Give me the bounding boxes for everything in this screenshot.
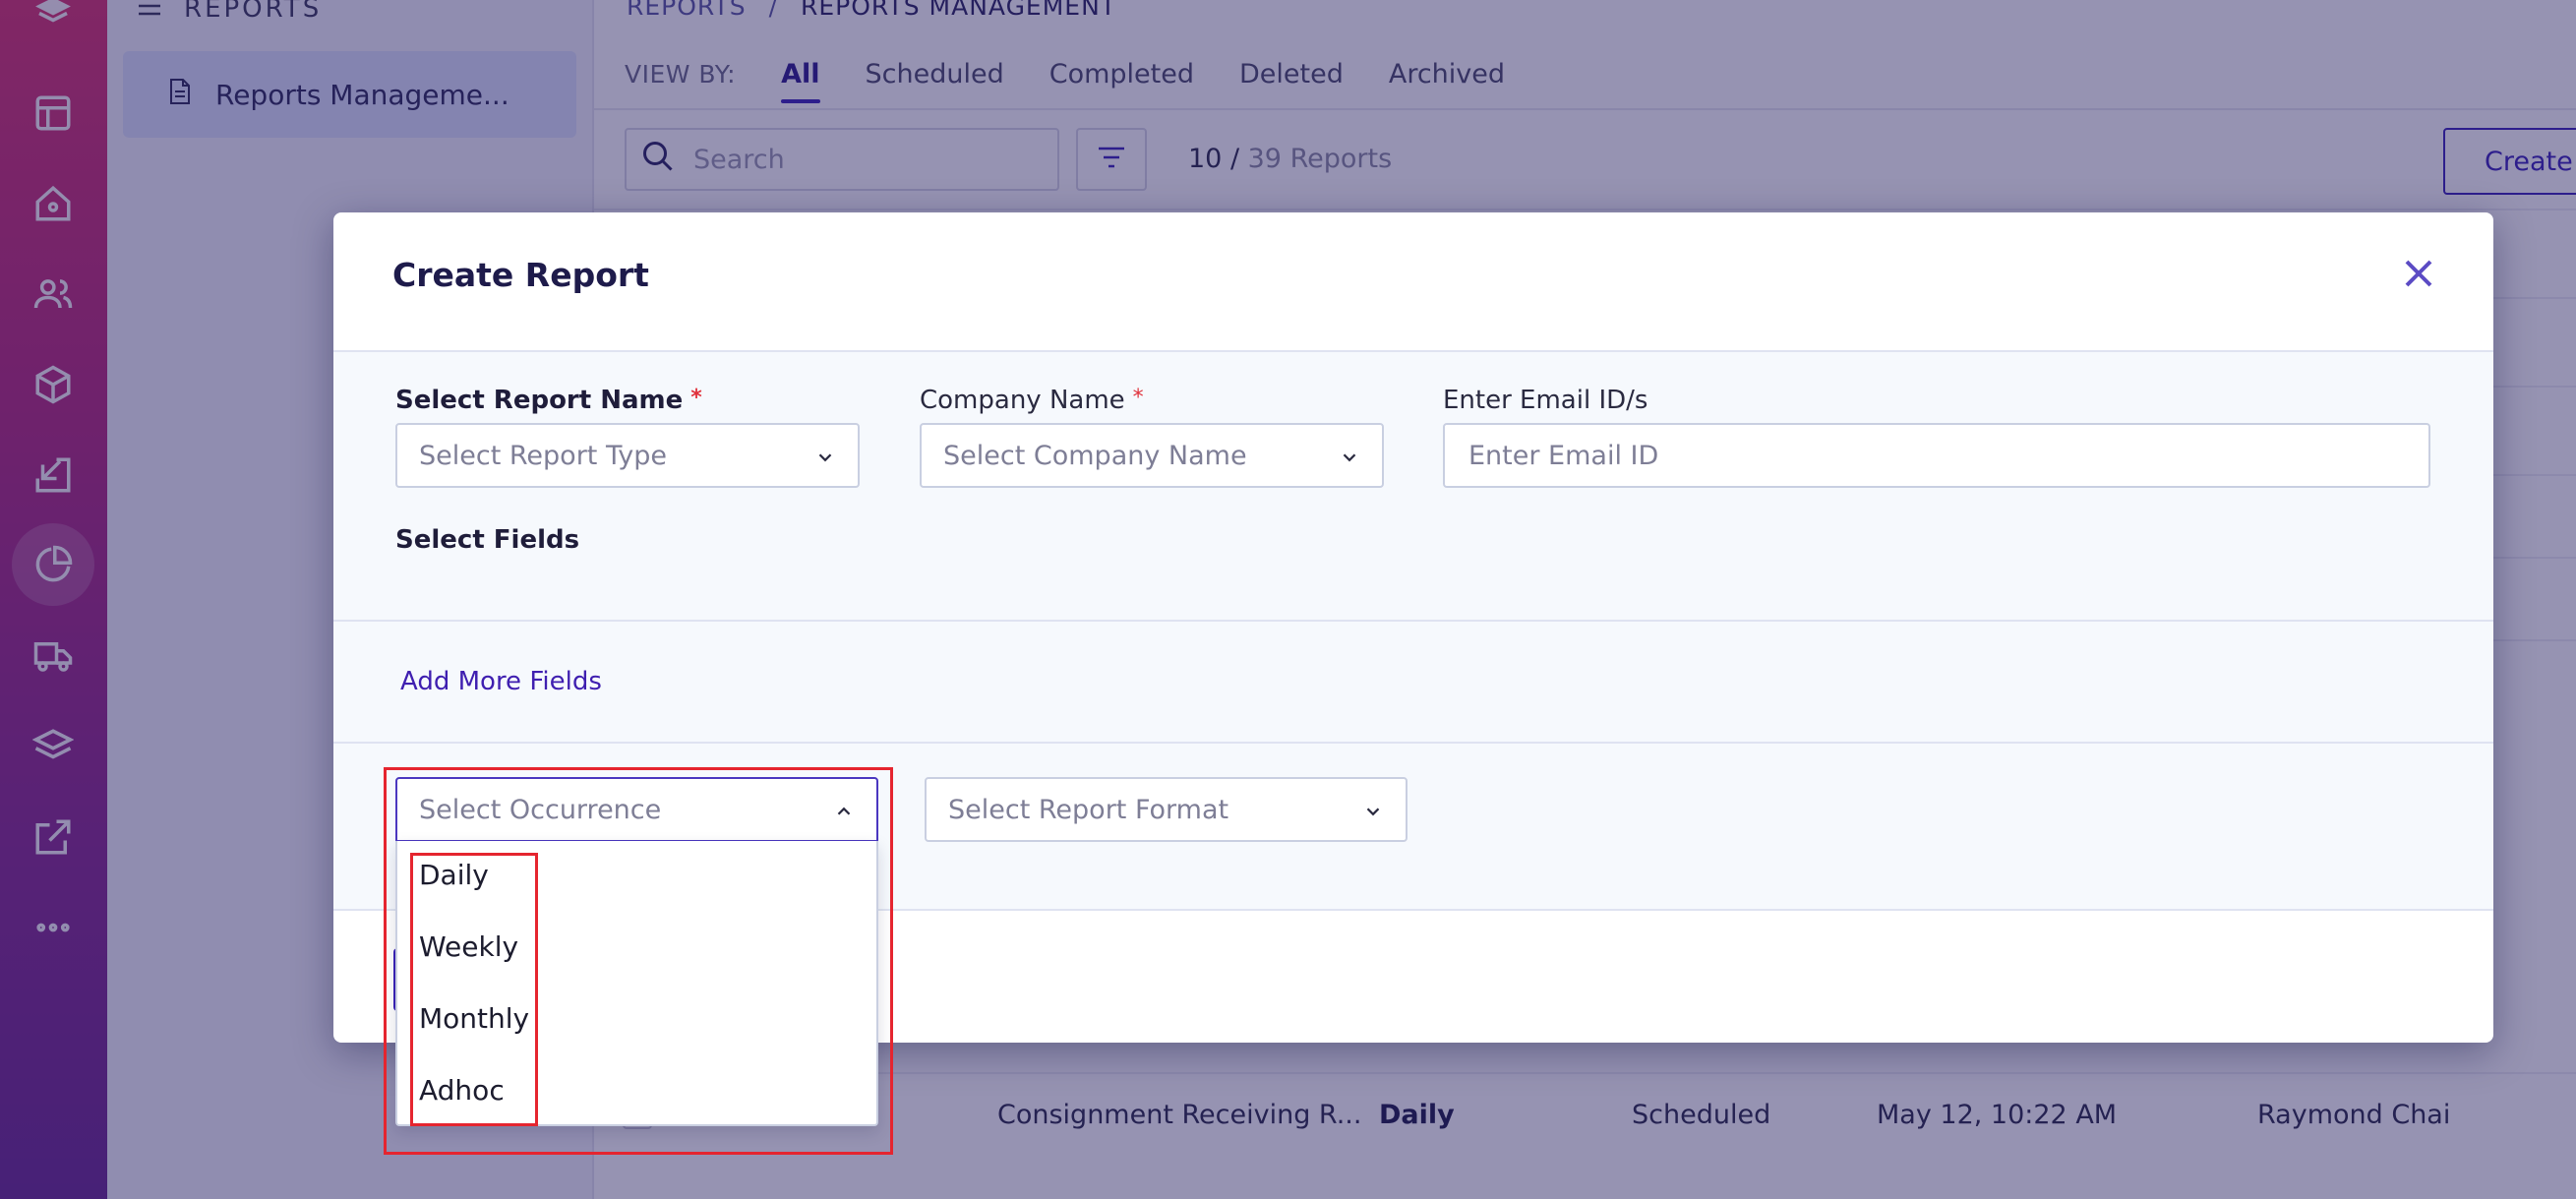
- company-name-label-text: Company Name: [920, 386, 1125, 415]
- add-more-fields-link[interactable]: Add More Fields: [400, 667, 602, 696]
- chevron-down-icon: [814, 445, 836, 466]
- report-format-placeholder: Select Report Format: [948, 794, 1229, 825]
- add-fields-section: [333, 622, 2493, 744]
- highlight-box-options: [410, 853, 538, 1126]
- required-mark: *: [690, 386, 702, 410]
- company-name-placeholder: Select Company Name: [943, 440, 1247, 471]
- report-type-select[interactable]: Select Report Type: [395, 423, 860, 488]
- email-placeholder: Enter Email ID: [1468, 440, 1659, 471]
- chevron-down-icon: [1339, 445, 1360, 466]
- report-type-placeholder: Select Report Type: [419, 440, 667, 471]
- modal-title: Create Report: [392, 256, 649, 294]
- email-field[interactable]: Enter Email ID: [1443, 423, 2430, 488]
- report-name-label: Select Report Name *: [395, 386, 702, 415]
- close-icon: [2405, 260, 2432, 287]
- email-label: Enter Email ID/s: [1443, 386, 1648, 415]
- report-name-label-text: Select Report Name: [395, 386, 684, 415]
- report-format-select[interactable]: Select Report Format: [925, 777, 1408, 842]
- close-button[interactable]: [2399, 254, 2438, 293]
- chevron-down-icon: [1362, 799, 1384, 820]
- company-name-label: Company Name *: [920, 386, 1144, 415]
- required-mark: *: [1132, 386, 1144, 410]
- company-name-select[interactable]: Select Company Name: [920, 423, 1384, 488]
- select-fields-label: Select Fields: [395, 525, 580, 555]
